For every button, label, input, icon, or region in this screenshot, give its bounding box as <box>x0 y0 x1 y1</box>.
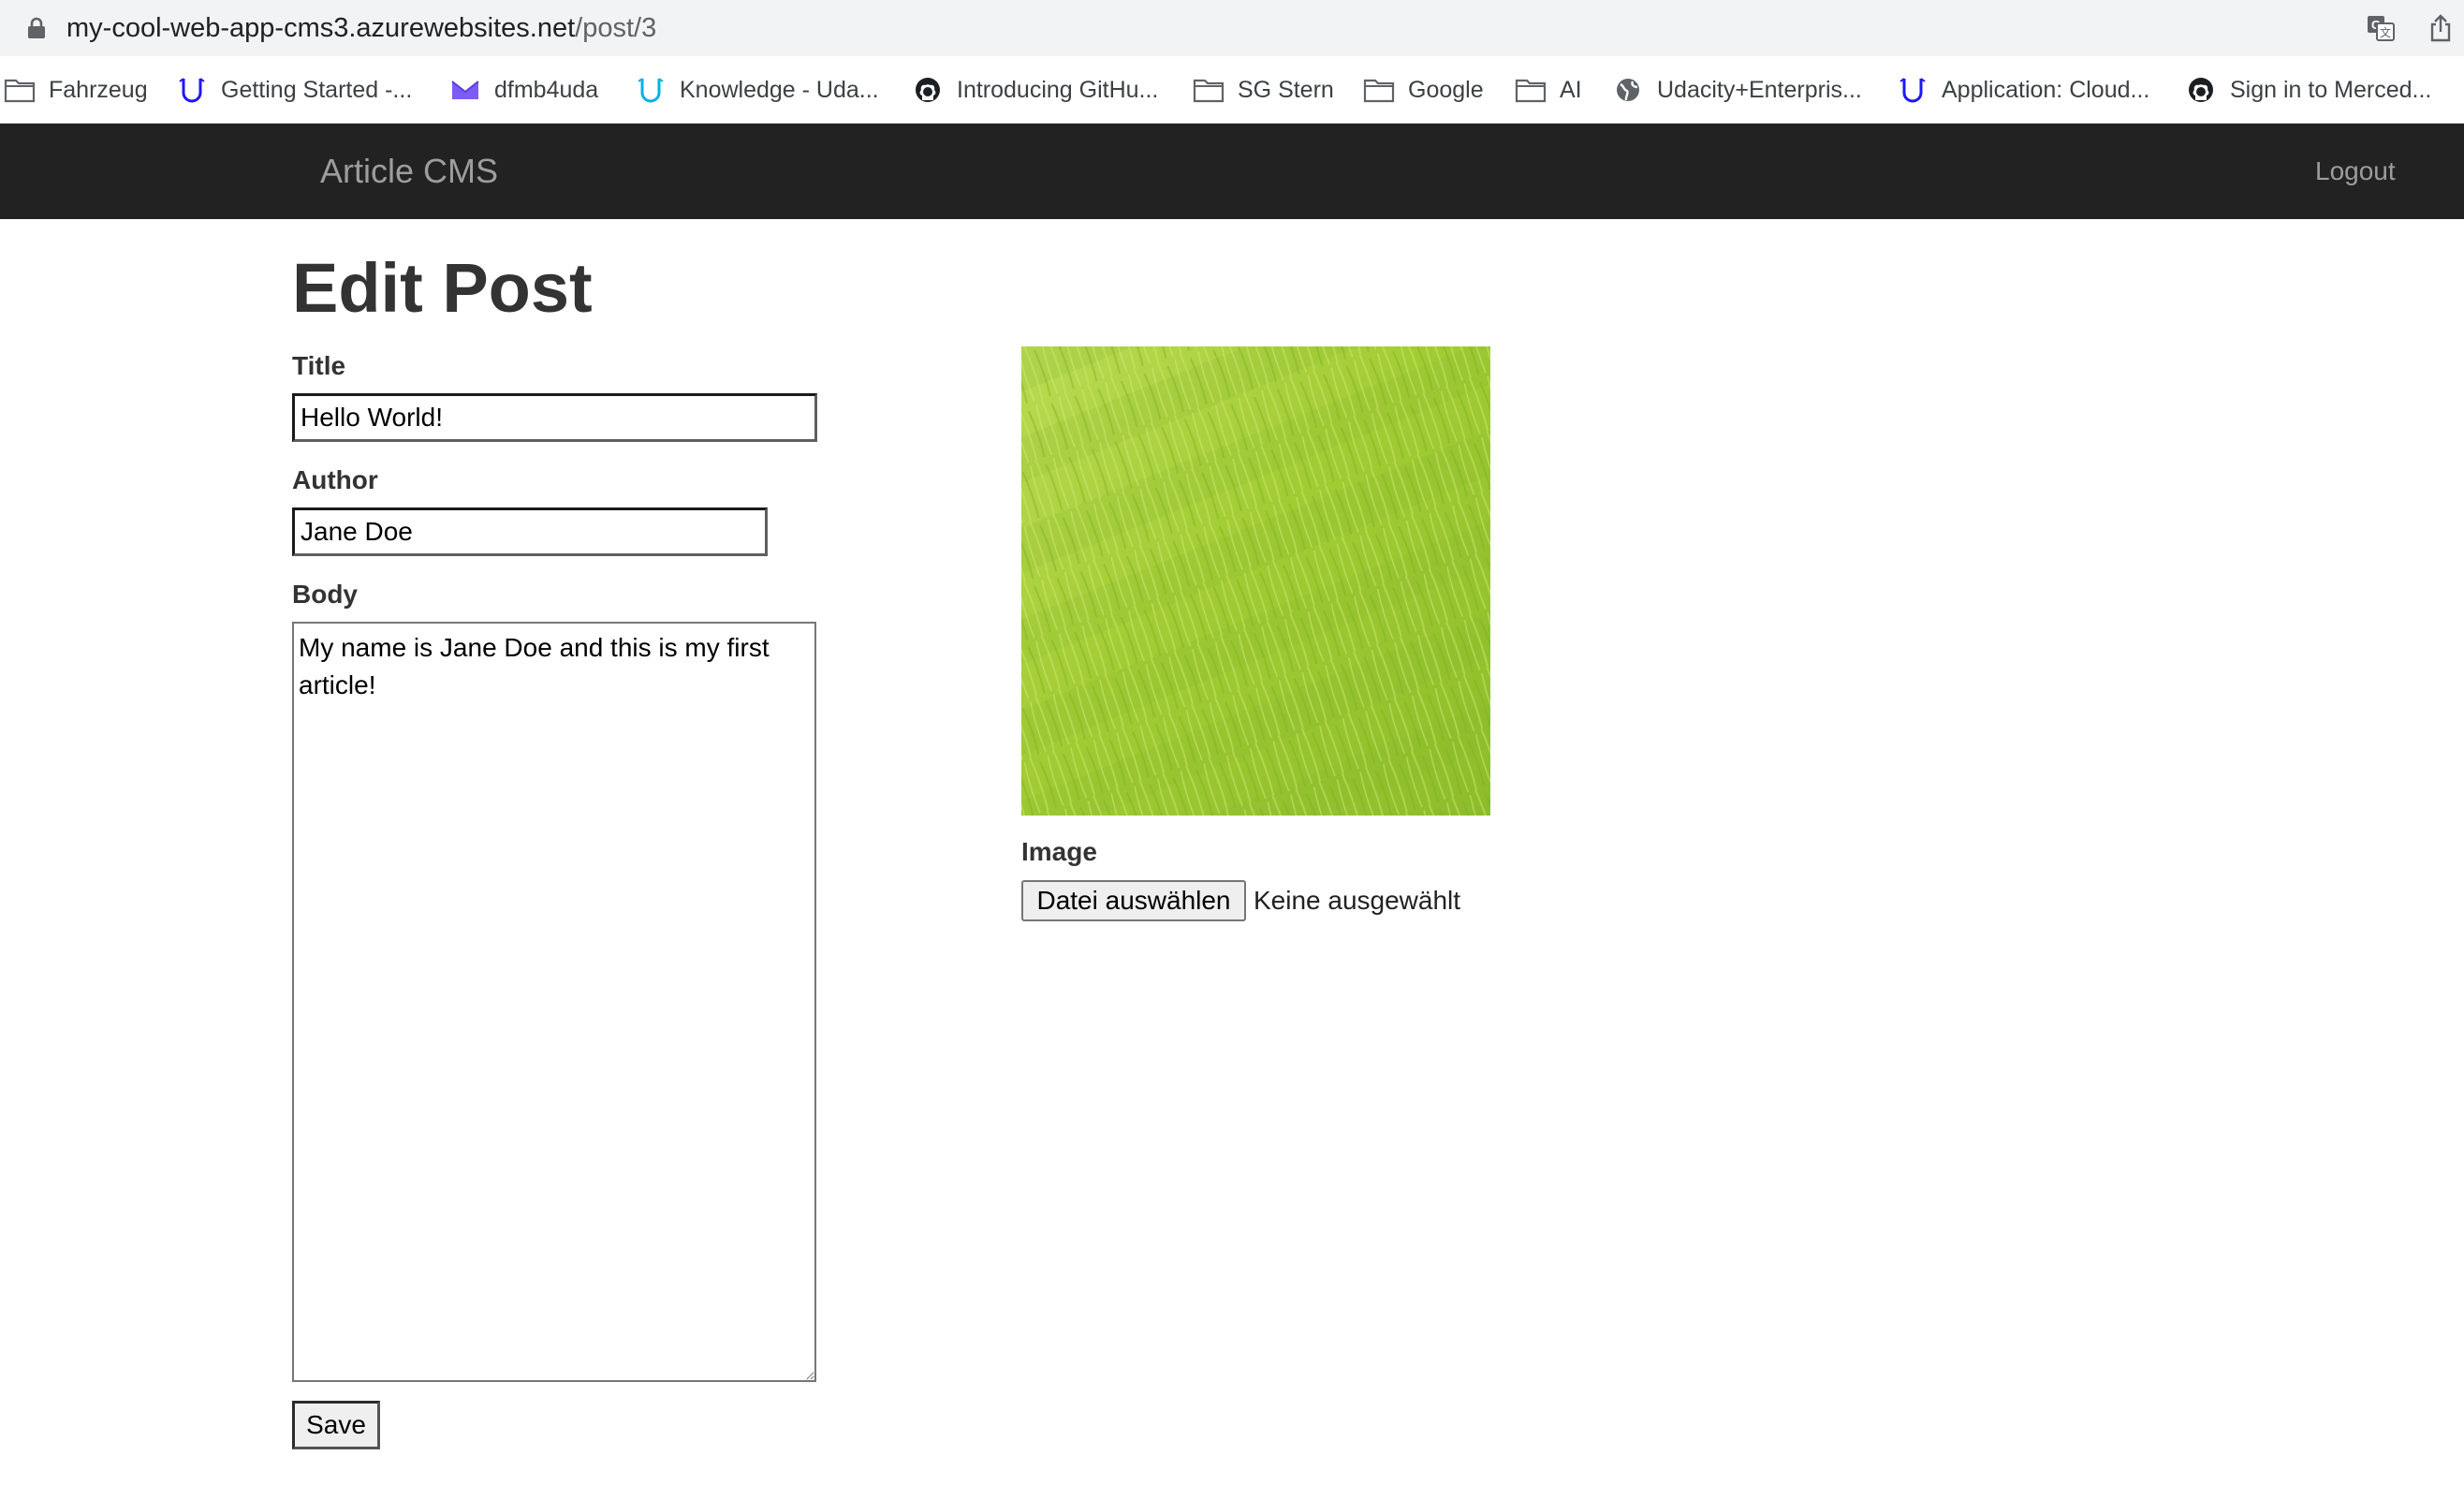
bookmark-google[interactable]: Google <box>1363 73 1484 107</box>
page-title: Edit Post <box>292 249 593 327</box>
bookmark-udacity-enterprise[interactable]: Udacity+Enterpris... <box>1612 73 1862 107</box>
bookmark-label: Google <box>1408 76 1484 103</box>
folder-icon <box>4 79 36 103</box>
url-path: /post/3 <box>575 13 657 43</box>
bookmark-label: Introducing GitHu... <box>957 76 1159 103</box>
udacity-icon <box>638 78 664 103</box>
github-icon <box>916 78 940 102</box>
folder-icon <box>1515 79 1547 103</box>
translate-icon[interactable]: G 文 <box>2366 13 2396 43</box>
folder-icon <box>1193 79 1225 103</box>
bookmark-label: Application: Cloud... <box>1942 76 2150 103</box>
share-icon[interactable] <box>2428 13 2453 43</box>
svg-text:文: 文 <box>2380 25 2391 39</box>
bookmark-application-cloud[interactable]: Application: Cloud... <box>1897 73 2149 107</box>
image-label: Image <box>1021 837 1097 866</box>
author-input[interactable] <box>292 507 768 556</box>
bookmark-sg-stern[interactable]: SG Stern <box>1193 73 1334 107</box>
bookmark-ai[interactable]: AI <box>1515 73 1582 107</box>
url-host: my-cool-web-app-cms3.azurewebsites.net <box>66 13 576 43</box>
lock-icon <box>28 17 45 38</box>
browser-address-bar[interactable]: my-cool-web-app-cms3.azurewebsites.net/p… <box>0 0 2464 56</box>
bookmark-label: Sign in to Merced... <box>2230 76 2432 103</box>
title-input[interactable] <box>292 393 817 442</box>
bookmark-knowledge[interactable]: Knowledge - Uda... <box>635 73 879 107</box>
body-label: Body <box>292 580 358 609</box>
save-button[interactable]: Save <box>292 1401 380 1449</box>
bookmark-getting-started[interactable]: Getting Started -... <box>176 73 412 107</box>
bookmark-sign-in-mercedes[interactable]: Sign in to Merced... <box>2185 73 2431 107</box>
bookmark-label: dfmb4uda <box>494 76 599 103</box>
file-status-text: Keine ausgewählt <box>1254 886 1461 915</box>
bookmark-dfmb4uda[interactable]: dfmb4uda <box>449 73 598 107</box>
github-icon <box>2189 78 2213 102</box>
udacity-icon <box>1899 78 1926 103</box>
bookmark-label: Udacity+Enterpris... <box>1657 76 1862 103</box>
udacity-icon <box>179 78 205 103</box>
author-label: Author <box>292 465 378 494</box>
bookmark-label: SG Stern <box>1238 76 1334 103</box>
app-navbar: Article CMS Logout <box>0 124 2464 219</box>
bookmark-label: Knowledge - Uda... <box>680 76 879 103</box>
bookmarks-bar: Fahrzeug Getting Started -... dfmb4uda K… <box>0 56 2464 124</box>
mail-icon <box>451 81 479 99</box>
folder-icon <box>1363 79 1395 103</box>
grass-image <box>1021 346 1490 816</box>
bookmark-introducing-github[interactable]: Introducing GitHu... <box>912 73 1158 107</box>
choose-file-button[interactable]: Datei auswählen <box>1021 880 1246 921</box>
bookmark-label: AI <box>1560 76 1582 103</box>
bookmark-label: Getting Started -... <box>221 76 413 103</box>
logout-link[interactable]: Logout <box>2315 155 2396 187</box>
body-textarea[interactable]: My name is Jane Doe and this is my first… <box>292 622 816 1382</box>
bookmark-fahrzeug[interactable]: Fahrzeug <box>4 73 148 107</box>
post-image-preview <box>1021 346 1490 816</box>
globe-icon <box>1617 79 1639 101</box>
url-text[interactable]: my-cool-web-app-cms3.azurewebsites.net/p… <box>66 11 656 45</box>
brand-link[interactable]: Article CMS <box>320 152 498 191</box>
bookmark-label: Fahrzeug <box>49 76 148 103</box>
title-label: Title <box>292 351 346 380</box>
